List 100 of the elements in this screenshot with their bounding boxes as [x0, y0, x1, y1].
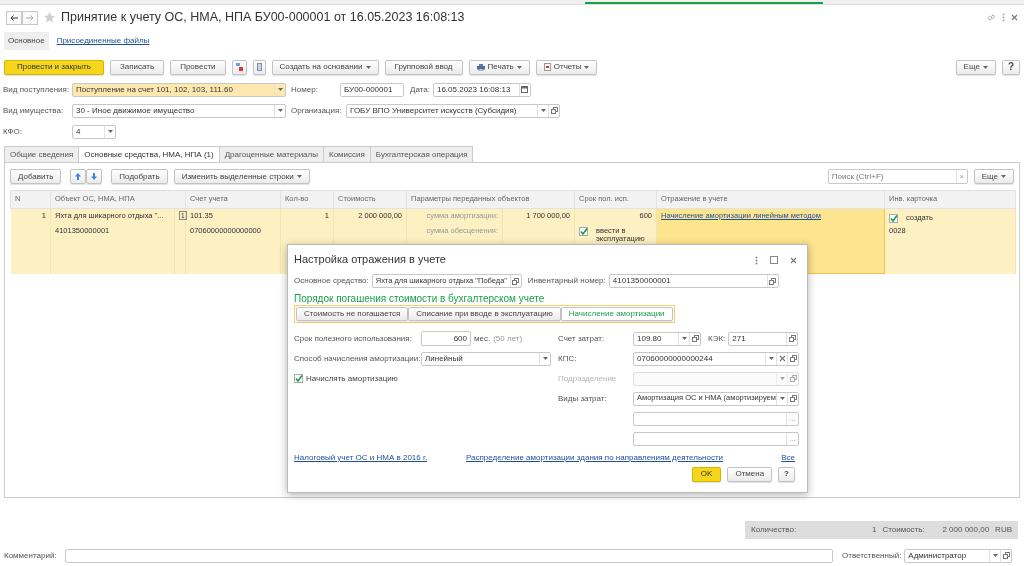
- caret-icon: [1001, 175, 1006, 178]
- select-field[interactable]: 07060000000000244: [633, 351, 799, 366]
- hint-text: (50 лет): [493, 333, 523, 344]
- input-field[interactable]: БУ00-000001: [340, 82, 404, 97]
- tab[interactable]: Комиссия: [322, 146, 371, 162]
- dropdown-button[interactable]: [274, 83, 285, 96]
- field-label: Ответственный:: [842, 550, 902, 561]
- pick-button[interactable]: Подобрать: [111, 169, 168, 184]
- select-field[interactable]: 4: [72, 124, 116, 139]
- open-button[interactable]: [787, 392, 798, 405]
- dialog-title: Настройка отражения в учете: [294, 253, 446, 267]
- open-icon: [789, 355, 797, 362]
- dropdown-button[interactable]: [104, 125, 115, 138]
- tab[interactable]: Бухгалтерская операция: [369, 146, 474, 162]
- caret-icon: [277, 88, 283, 91]
- print-button[interactable]: Печать: [468, 59, 530, 75]
- calendar-icon: [521, 86, 529, 93]
- change-rows-button[interactable]: Изменить выделенные строки: [173, 169, 310, 184]
- checkbox[interactable]: [294, 374, 303, 383]
- form-tab[interactable]: Основное: [4, 32, 49, 50]
- open-button[interactable]: [548, 104, 559, 117]
- unit-label: мес.: [474, 333, 491, 344]
- mode-button[interactable]: Стоимость не погашается: [296, 306, 409, 321]
- ok-button[interactable]: OK: [691, 466, 722, 482]
- tab[interactable]: Драгоценные материалы: [218, 146, 324, 162]
- help-button[interactable]: ?: [778, 466, 795, 482]
- toolbar-button[interactable]: Записать: [109, 59, 165, 75]
- open-button[interactable]: [766, 275, 778, 287]
- select-field[interactable]: Поступление на счет 101, 102, 103, 111.60: [72, 82, 286, 97]
- add-button[interactable]: Добавить: [10, 169, 62, 184]
- tab[interactable]: Общие сведения: [4, 146, 80, 162]
- more-button[interactable]: Еще: [973, 169, 1014, 184]
- comment-field[interactable]: [65, 548, 833, 563]
- caret-icon: [992, 554, 998, 557]
- link[interactable]: Все: [781, 452, 795, 462]
- dropdown-button[interactable]: [274, 104, 285, 117]
- move-down-button[interactable]: [86, 169, 103, 184]
- link[interactable]: Налоговый учет ОС и НМА в 2016 г.: [294, 452, 428, 462]
- maximize-icon[interactable]: [770, 256, 778, 264]
- date-field[interactable]: 16.05.2023 16:08:13: [432, 82, 531, 97]
- caret-icon: [107, 130, 113, 133]
- open-button[interactable]: [689, 332, 700, 345]
- open-button[interactable]: [786, 332, 798, 345]
- open-icon: [789, 395, 797, 402]
- more-icon[interactable]: [755, 255, 758, 265]
- field-label: Организация:: [291, 105, 343, 116]
- document-button[interactable]: [252, 59, 266, 75]
- checkbox[interactable]: [889, 214, 898, 223]
- input-field[interactable]: 271: [728, 331, 799, 346]
- checkbox[interactable]: [579, 227, 588, 236]
- select-field[interactable]: ГОБУ ВПО Университет искусств (Субсидия): [346, 103, 560, 118]
- dropdown-button[interactable]: [989, 549, 1001, 562]
- dropdown-button[interactable]: [678, 332, 689, 345]
- calendar-button[interactable]: [518, 83, 530, 96]
- help-button[interactable]: ?: [1001, 59, 1020, 75]
- more-button[interactable]: Еще: [955, 59, 996, 75]
- back-arrow-icon: [10, 14, 18, 21]
- totals-label: Стоимость:: [882, 525, 926, 535]
- dropdown-button[interactable]: [765, 352, 776, 365]
- close-icon[interactable]: [790, 256, 797, 264]
- input-field[interactable]: 4101350000001: [608, 274, 779, 288]
- toolbar-button[interactable]: Групповой ввод: [384, 59, 463, 75]
- forward-arrow-icon: [26, 14, 34, 21]
- checkmark-icon: [294, 375, 303, 382]
- move-up-button[interactable]: [70, 169, 87, 184]
- caret-icon: [540, 109, 546, 112]
- back-button[interactable]: [6, 10, 22, 25]
- select-field[interactable]: Администратор: [904, 548, 1013, 563]
- number-field[interactable]: 600: [421, 331, 471, 346]
- toolbar-button[interactable]: Провести: [170, 59, 226, 75]
- dropdown-button[interactable]: [776, 392, 787, 405]
- reports-button[interactable]: Отчеты: [535, 59, 598, 75]
- caret-icon: [277, 109, 283, 112]
- dropdown-button[interactable]: [539, 352, 550, 365]
- ledger-button[interactable]: [231, 59, 247, 75]
- checkmark-icon: [889, 215, 898, 222]
- select-field[interactable]: 109.80: [633, 331, 701, 346]
- select-field[interactable]: Линейный: [421, 351, 551, 366]
- select-field[interactable]: 30 - Иное движимое имущество: [72, 103, 286, 118]
- field-label: Срок полезного использования:: [294, 333, 413, 344]
- close-icon[interactable]: [1011, 14, 1018, 21]
- open-button[interactable]: [509, 275, 521, 287]
- link[interactable]: Распределение амортизации здания по направлениям деятельности: [466, 452, 724, 462]
- open-button[interactable]: [1000, 549, 1012, 562]
- caret-icon: [779, 377, 785, 380]
- field-label: Подразделение: [558, 373, 618, 384]
- mode-button[interactable]: Списание при вводе в эксплуатацию: [408, 306, 561, 321]
- tab[interactable]: Основные средства, НМА, НПА (1): [78, 146, 220, 162]
- cancel-button[interactable]: Отмена: [727, 466, 773, 482]
- totals-value: 2 000 000,00: [942, 525, 990, 535]
- form-tab[interactable]: Присоединенные файлы: [56, 36, 150, 46]
- ledger-icon: [235, 63, 243, 71]
- mode-button[interactable]: Начисление амортизации: [560, 306, 673, 321]
- dropdown-button[interactable]: Создать на основании: [271, 59, 379, 75]
- clear-button[interactable]: [776, 352, 787, 365]
- post-and-close-button[interactable]: Провести и закрыть: [4, 59, 104, 75]
- field-label: КЭК:: [708, 333, 726, 344]
- dropdown-button[interactable]: [537, 104, 548, 117]
- open-button[interactable]: [787, 352, 798, 365]
- star-icon[interactable]: [44, 12, 55, 23]
